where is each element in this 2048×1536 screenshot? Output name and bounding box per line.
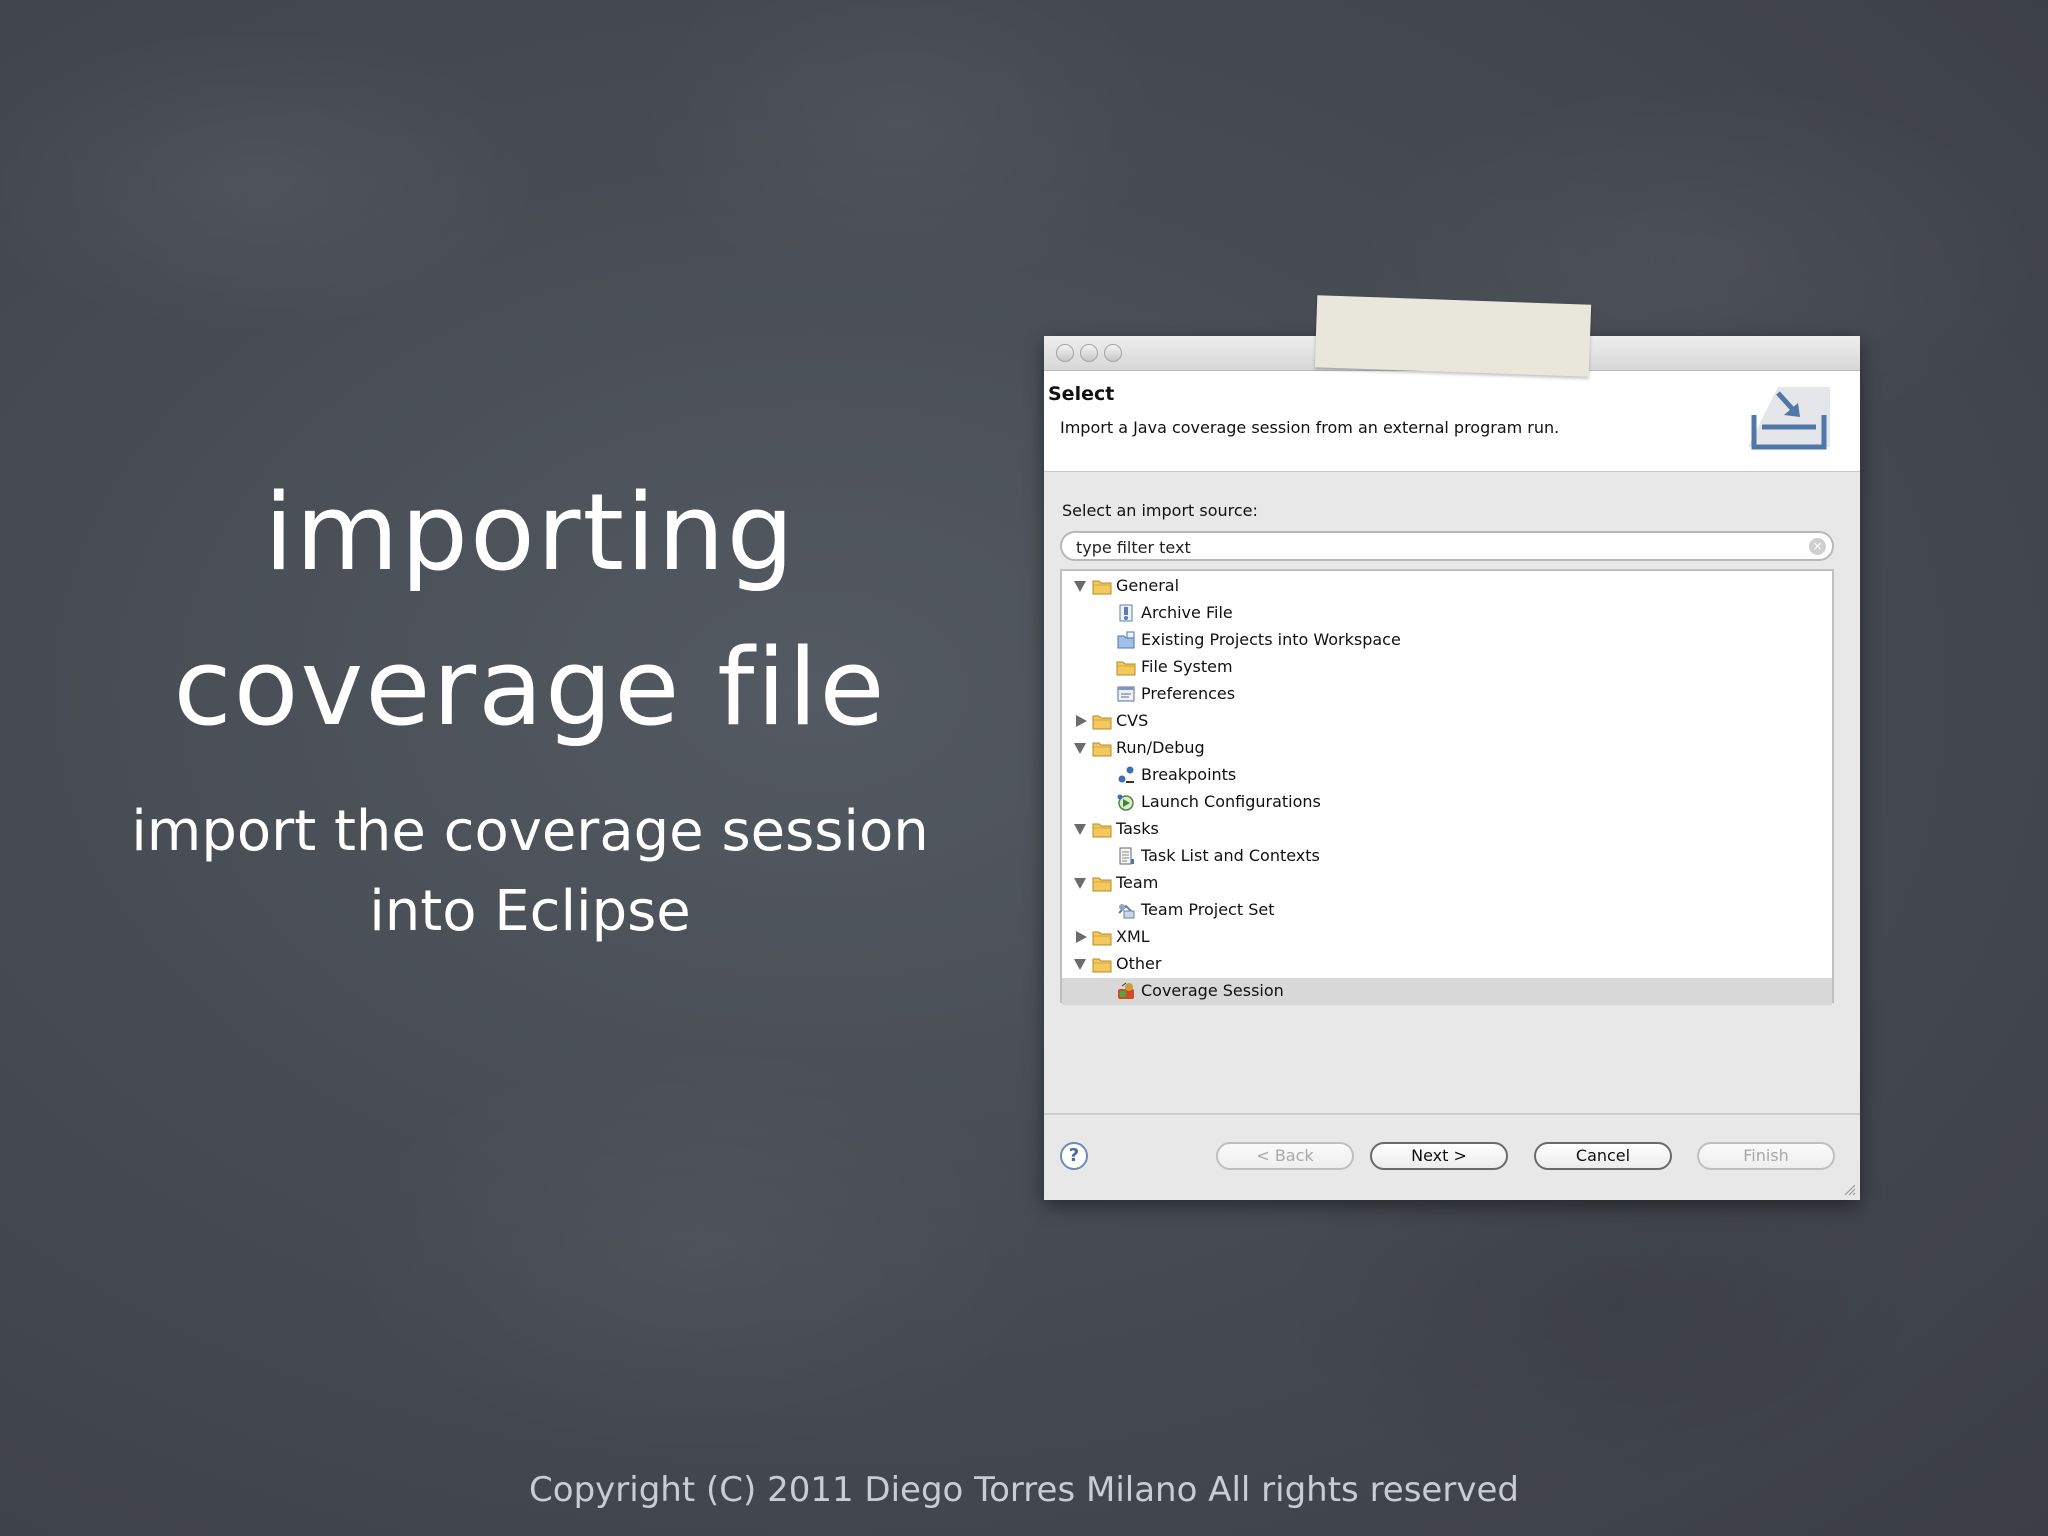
wizard-description: Import a Java coverage session from an e… <box>1060 418 1560 437</box>
tree-item-label: Run/Debug <box>1116 738 1205 757</box>
collapse-triangle-icon[interactable] <box>1074 878 1086 889</box>
preferences-icon <box>1117 686 1135 702</box>
cancel-button[interactable]: Cancel <box>1534 1142 1672 1170</box>
tree-item-coverage-session[interactable]: Coverage Session <box>1062 978 1832 1005</box>
tape-decoration <box>1314 295 1592 377</box>
slide-title-line-2: coverage file <box>173 626 887 749</box>
footer-divider <box>1044 1113 1860 1115</box>
tree-item-label: Tasks <box>1116 819 1159 838</box>
tree-item-label: Coverage Session <box>1141 981 1284 1000</box>
tree-item-label: CVS <box>1116 711 1149 730</box>
wizard-header: Select Import a Java coverage session fr… <box>1044 371 1860 472</box>
tree-item-cvs[interactable]: CVS <box>1062 708 1832 735</box>
tree-item-label: XML <box>1116 927 1150 946</box>
slide-subtitle: import the coverage session into Eclipse <box>80 792 980 952</box>
tree-item-task-list-and-contexts[interactable]: Task List and Contexts <box>1062 843 1832 870</box>
wizard-title: Select <box>1048 383 1115 405</box>
archive-file-icon <box>1119 604 1133 622</box>
tree-item-tasks[interactable]: Tasks <box>1062 816 1832 843</box>
folder-icon <box>1092 823 1112 838</box>
finish-button[interactable]: Finish <box>1697 1142 1835 1170</box>
clear-filter-icon[interactable]: × <box>1809 538 1826 555</box>
folder-icon <box>1092 715 1112 730</box>
slide-title-line-1: importing <box>264 471 796 594</box>
folder-icon <box>1116 661 1136 676</box>
tree-item-preferences[interactable]: Preferences <box>1062 681 1832 708</box>
tree-item-existing-projects-into-workspace[interactable]: Existing Projects into Workspace <box>1062 627 1832 654</box>
zoom-window-button[interactable] <box>1104 344 1122 362</box>
tree-item-label: Breakpoints <box>1141 765 1237 784</box>
import-dialog: Select Import a Java coverage session fr… <box>1044 336 1860 1200</box>
import-source-tree: General Archive File Existing Projects int… <box>1060 569 1834 1005</box>
filter-input[interactable] <box>1076 536 1776 558</box>
minimize-window-button[interactable] <box>1080 344 1098 362</box>
tree-item-breakpoints[interactable]: Breakpoints <box>1062 762 1832 789</box>
team-project-icon <box>1118 904 1135 919</box>
coverage-session-icon <box>1118 982 1134 999</box>
folder-icon <box>1092 742 1112 757</box>
tree-item-run-debug[interactable]: Run/Debug <box>1062 735 1832 762</box>
task-list-icon <box>1119 847 1134 865</box>
tree-item-label: General <box>1116 576 1180 595</box>
folder-icon <box>1092 958 1112 973</box>
tree-item-xml[interactable]: XML <box>1062 924 1832 951</box>
tree-item-team-project-set[interactable]: Team Project Set <box>1062 897 1832 924</box>
tree-item-label: Task List and Contexts <box>1141 846 1320 865</box>
resize-grip-icon[interactable] <box>1842 1182 1856 1196</box>
expand-triangle-icon[interactable] <box>1076 715 1087 727</box>
collapse-triangle-icon[interactable] <box>1074 743 1086 754</box>
tree-item-archive-file[interactable]: Archive File <box>1062 600 1832 627</box>
tree-item-other[interactable]: Other <box>1062 951 1832 978</box>
slide-subtitle-line-1: import the coverage session <box>131 799 929 864</box>
tree-item-label: Team <box>1116 873 1159 892</box>
folder-icon <box>1092 931 1112 946</box>
tree-item-label: Team Project Set <box>1141 900 1275 919</box>
close-window-button[interactable] <box>1056 344 1074 362</box>
slide-subtitle-line-2: into Eclipse <box>369 879 691 944</box>
collapse-triangle-icon[interactable] <box>1074 959 1086 970</box>
next-button[interactable]: Next > <box>1370 1142 1508 1170</box>
filter-field[interactable]: × <box>1060 531 1834 561</box>
tree-item-label: Other <box>1116 954 1162 973</box>
import-source-label: Select an import source: <box>1062 501 1258 520</box>
slide-title: importing coverage file <box>100 455 960 765</box>
copyright-notice: Copyright (C) 2011 Diego Torres Milano A… <box>529 1470 1519 1510</box>
tree-item-launch-configurations[interactable]: Launch Configurations <box>1062 789 1832 816</box>
folder-icon <box>1092 877 1112 892</box>
import-wizard-icon <box>1748 387 1830 450</box>
tree-item-label: Launch Configurations <box>1141 792 1321 811</box>
launch-config-icon <box>1117 794 1134 811</box>
help-button[interactable]: ? <box>1060 1142 1088 1170</box>
collapse-triangle-icon[interactable] <box>1074 824 1086 835</box>
tree-item-label: Archive File <box>1141 603 1233 622</box>
breakpoints-icon <box>1118 766 1134 783</box>
tree-item-team[interactable]: Team <box>1062 870 1832 897</box>
expand-triangle-icon[interactable] <box>1076 931 1087 943</box>
folder-icon <box>1092 580 1112 595</box>
tree-item-label: Preferences <box>1141 684 1236 703</box>
tree-item-general[interactable]: General <box>1062 573 1832 600</box>
projects-icon <box>1117 631 1135 649</box>
tree-item-label: File System <box>1141 657 1233 676</box>
tree-item-file-system[interactable]: File System <box>1062 654 1832 681</box>
collapse-triangle-icon[interactable] <box>1074 581 1086 592</box>
back-button[interactable]: < Back <box>1216 1142 1354 1170</box>
tree-item-label: Existing Projects into Workspace <box>1141 630 1401 649</box>
